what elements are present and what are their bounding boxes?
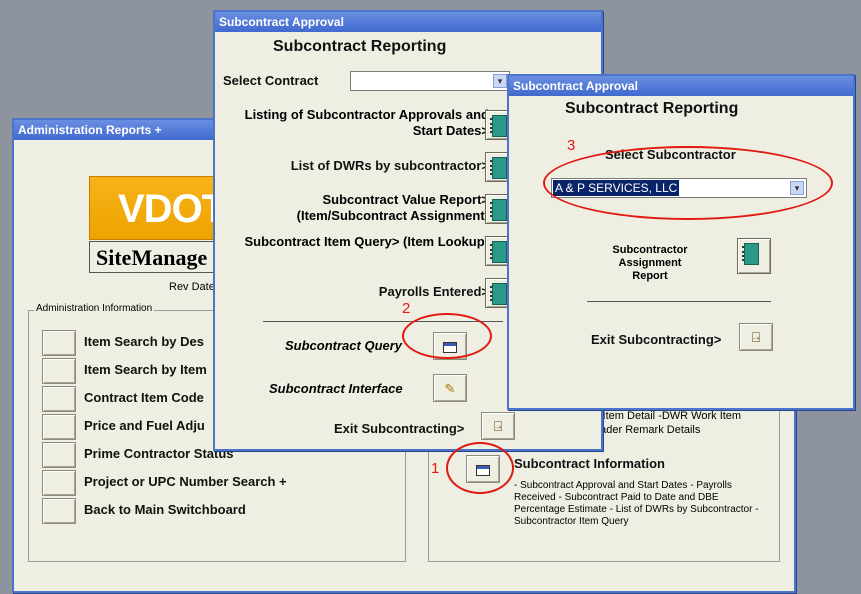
annotation-oval-2 bbox=[402, 313, 492, 359]
menu-label-6: Project or UPC Number Search + bbox=[84, 474, 287, 489]
select-contract-dropdown[interactable]: ▾ bbox=[350, 71, 510, 91]
annotation-number-2: 2 bbox=[402, 300, 411, 317]
rev-date: Rev Date bbox=[169, 281, 215, 293]
annotation-number-3: 3 bbox=[567, 137, 576, 154]
select-contract-label: Select Contract bbox=[223, 73, 319, 88]
report-5-label: Payrolls Entered> bbox=[378, 284, 489, 299]
subcontract-info-desc: - Subcontract Approval and Start Dates -… bbox=[514, 480, 759, 527]
report-4-label: Subcontract Item Query> (Item Lookup) bbox=[244, 234, 489, 249]
report-4: Subcontract Item Query> (Item Lookup) bbox=[229, 234, 489, 250]
menu-button-2[interactable] bbox=[42, 358, 76, 384]
app-name: SiteManage bbox=[96, 245, 208, 270]
exit-subcontracting-button[interactable]: ⍈ bbox=[481, 412, 515, 440]
right-text-1: k Item Detail -DWR Work Item bbox=[594, 410, 742, 422]
menu-label-1: Item Search by Des bbox=[84, 334, 204, 349]
report-2-label: List of DWRs by subcontractor> bbox=[290, 158, 489, 173]
exit-subcontracting-button-2[interactable]: ⍈ bbox=[739, 323, 773, 351]
subcontract-query-label: Subcontract Query bbox=[285, 338, 403, 353]
assignment-report-book-icon[interactable] bbox=[737, 238, 771, 274]
window3-divider bbox=[587, 301, 771, 302]
annotation-oval-1 bbox=[446, 442, 514, 494]
window3-title-bar[interactable]: Subcontract Approval bbox=[509, 76, 853, 96]
annotation-oval-3 bbox=[543, 146, 833, 220]
report-3-label: Subcontract Value Report> (Item/Subcontr… bbox=[296, 192, 489, 223]
menu-button-1[interactable] bbox=[42, 330, 76, 356]
menu-button-5[interactable] bbox=[42, 442, 76, 468]
menu-label-3: Contract Item Code bbox=[84, 390, 204, 405]
annotation-number-1: 1 bbox=[431, 460, 440, 477]
report-1: Listing of Subcontractor Approvals and S… bbox=[229, 107, 489, 139]
window3-heading: Subcontract Reporting bbox=[565, 100, 739, 117]
right-text-2: eader Remark Details bbox=[594, 424, 701, 436]
subcontract-interface-label: Subcontract Interface bbox=[269, 381, 403, 396]
menu-label-7: Back to Main Switchboard bbox=[84, 502, 246, 517]
menu-button-6[interactable] bbox=[42, 470, 76, 496]
exit-subcontracting-label-2: Exit Subcontracting> bbox=[591, 332, 722, 347]
menu-button-3[interactable] bbox=[42, 386, 76, 412]
report-1-label: Listing of Subcontractor Approvals and S… bbox=[244, 107, 489, 138]
exit-door-icon: ⍈ bbox=[751, 329, 761, 345]
vdot-logo-text: VDOT bbox=[118, 187, 226, 231]
exit-door-icon: ⍈ bbox=[493, 418, 503, 434]
window2-heading: Subcontract Reporting bbox=[273, 38, 447, 55]
administration-group-title: Administration Information bbox=[34, 303, 155, 314]
report-3: Subcontract Value Report> (Item/Subcontr… bbox=[229, 192, 489, 224]
menu-button-7[interactable] bbox=[42, 498, 76, 524]
pencil-icon: ✎ bbox=[444, 381, 456, 396]
exit-subcontracting-label: Exit Subcontracting> bbox=[334, 421, 465, 436]
window2-title-bar[interactable]: Subcontract Approval bbox=[215, 12, 601, 32]
menu-label-4: Price and Fuel Adju bbox=[84, 418, 205, 433]
menu-button-4[interactable] bbox=[42, 414, 76, 440]
assignment-report-label: Subcontractor Assignment Report bbox=[612, 244, 688, 282]
menu-label-5: Prime Contractor Status bbox=[84, 446, 234, 461]
subcontract-info-title: Subcontract Information bbox=[514, 456, 665, 471]
menu-label-2: Item Search by Item bbox=[84, 362, 207, 377]
subcontractor-select-window: Subcontract Approval Subcontract Reporti… bbox=[507, 74, 855, 410]
chevron-down-icon: ▾ bbox=[493, 74, 507, 88]
subcontract-interface-button[interactable]: ✎ bbox=[433, 374, 467, 402]
